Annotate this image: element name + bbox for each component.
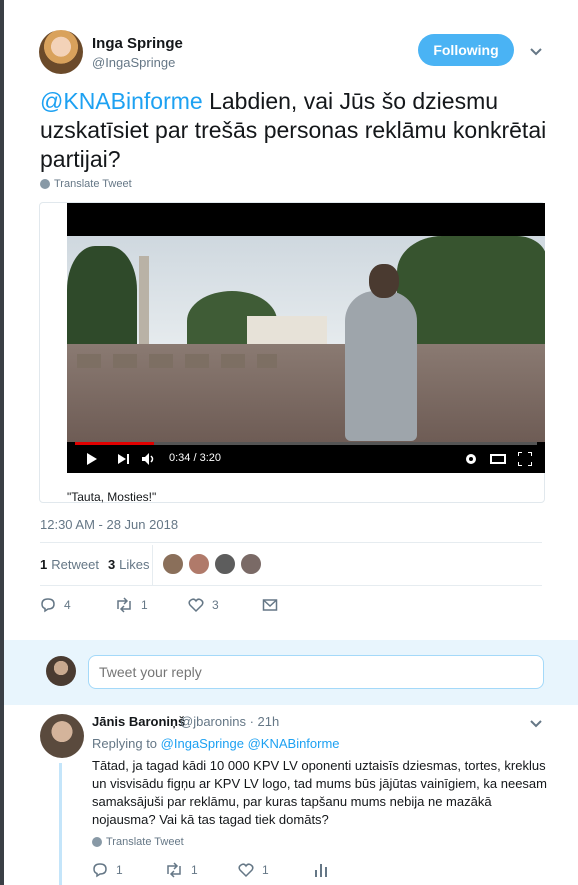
translate-tweet-link[interactable]: Translate Tweet	[40, 178, 132, 190]
reply-retweet-action[interactable]: 1	[165, 862, 198, 878]
reply-analytics-action[interactable]	[314, 862, 328, 878]
video-person-body	[345, 291, 417, 441]
author-name[interactable]: Inga Springe	[92, 35, 183, 52]
retweet-icon	[117, 597, 131, 613]
chevron-down-icon[interactable]	[529, 717, 543, 731]
liker-avatar[interactable]	[188, 553, 210, 575]
play-icon[interactable]	[87, 453, 97, 465]
retweet-action-count: 1	[141, 598, 148, 612]
liker-avatar[interactable]	[214, 553, 236, 575]
tweet-timestamp[interactable]: 12:30 AM - 28 Jun 2018	[40, 517, 178, 532]
reply-composer	[4, 640, 578, 705]
reply-author-handle[interactable]: @jbaronins · 21h	[180, 714, 279, 729]
reply-translate-label: Translate Tweet	[106, 836, 184, 848]
heart-icon	[238, 863, 254, 878]
reply-count: 4	[64, 598, 71, 612]
translate-label: Translate Tweet	[54, 178, 132, 190]
globe-icon	[92, 837, 102, 847]
retweet-count: 1	[40, 557, 48, 572]
divider	[40, 542, 542, 543]
tweet-stats: 1 Retweet 3 Likes	[40, 557, 150, 572]
mention-link[interactable]: @KNABinforme	[40, 88, 203, 114]
thread-line	[59, 763, 62, 885]
retweet-icon	[167, 862, 181, 878]
reply-translate-link[interactable]: Translate Tweet	[92, 836, 184, 848]
reply-author-avatar[interactable]	[40, 714, 84, 758]
tweet-text: @KNABinforme Labdien, vai Jūs šo dziesmu…	[40, 87, 550, 174]
liker-avatar[interactable]	[162, 553, 184, 575]
like-action[interactable]: 3	[188, 597, 219, 613]
replying-to: Replying to @IngaSpringe @KNABinforme	[92, 736, 340, 751]
replying-to-mentions[interactable]: @IngaSpringe @KNABinforme	[161, 736, 340, 751]
reply-icon	[93, 863, 107, 878]
liker-avatar[interactable]	[240, 553, 262, 575]
reply-reply-action[interactable]: 1	[92, 862, 123, 878]
video-controls: 0:34 / 3:20	[67, 445, 545, 473]
divider	[40, 585, 542, 586]
reply-action[interactable]: 4	[40, 597, 71, 613]
chevron-down-icon[interactable]	[529, 45, 543, 59]
reply-icon	[41, 598, 55, 613]
retweet-stat[interactable]: 1 Retweet	[40, 557, 99, 572]
media-card[interactable]: 0:34 / 3:20 "Tauta, Mosties!"	[39, 202, 545, 504]
heart-icon	[188, 598, 204, 613]
stats-divider	[152, 545, 153, 585]
reply-tweet: Jānis Baroniņš @jbaronins · 21h Replying…	[4, 705, 578, 885]
following-button[interactable]: Following	[418, 34, 514, 66]
envelope-icon	[262, 599, 278, 611]
globe-icon	[40, 179, 50, 189]
video-building	[247, 316, 327, 344]
analytics-icon	[315, 864, 327, 877]
media-title[interactable]: "Tauta, Mosties!"	[67, 490, 156, 504]
video-time: 0:34 / 3:20	[169, 452, 221, 464]
like-count: 3	[107, 557, 116, 572]
fullscreen-icon[interactable]	[518, 452, 532, 466]
gear-icon[interactable]	[464, 452, 478, 466]
theater-mode-icon[interactable]	[490, 454, 506, 464]
reply-like-count: 1	[262, 863, 269, 877]
retweet-label: Retweet	[51, 557, 99, 572]
video-monument	[139, 256, 149, 346]
tweet-reply-input[interactable]	[88, 655, 544, 689]
video-person-head	[369, 264, 399, 298]
main-tweet: Inga Springe @IngaSpringe Following @KNA…	[4, 0, 578, 640]
reply-author-name[interactable]: Jānis Baroniņš	[92, 714, 185, 729]
retweet-action[interactable]: 1	[115, 597, 148, 613]
like-label: Likes	[119, 557, 150, 572]
like-stat[interactable]: 3 Likes	[108, 557, 150, 572]
video-trees-right	[397, 236, 545, 356]
video-frame[interactable]	[67, 236, 545, 442]
replying-prefix: Replying to	[92, 736, 158, 751]
reply-reply-count: 1	[116, 863, 123, 877]
direct-message-action[interactable]	[262, 597, 278, 613]
next-icon[interactable]	[118, 454, 130, 464]
tweet-detail-card: Inga Springe @IngaSpringe Following @KNA…	[4, 0, 578, 885]
volume-icon[interactable]	[142, 453, 156, 465]
video-trees-left	[67, 246, 137, 356]
reply-like-action[interactable]: 1	[238, 862, 269, 878]
reply-text: Tātad, ja tagad kādi 10 000 KPV LV opone…	[92, 758, 547, 827]
video-planters	[77, 354, 277, 368]
like-action-count: 3	[212, 598, 219, 612]
reply-retweet-count: 1	[191, 863, 198, 877]
author-handle[interactable]: @IngaSpringe	[92, 55, 175, 70]
current-user-avatar[interactable]	[46, 656, 76, 686]
video-player[interactable]: 0:34 / 3:20	[67, 203, 545, 473]
author-avatar[interactable]	[39, 30, 83, 74]
